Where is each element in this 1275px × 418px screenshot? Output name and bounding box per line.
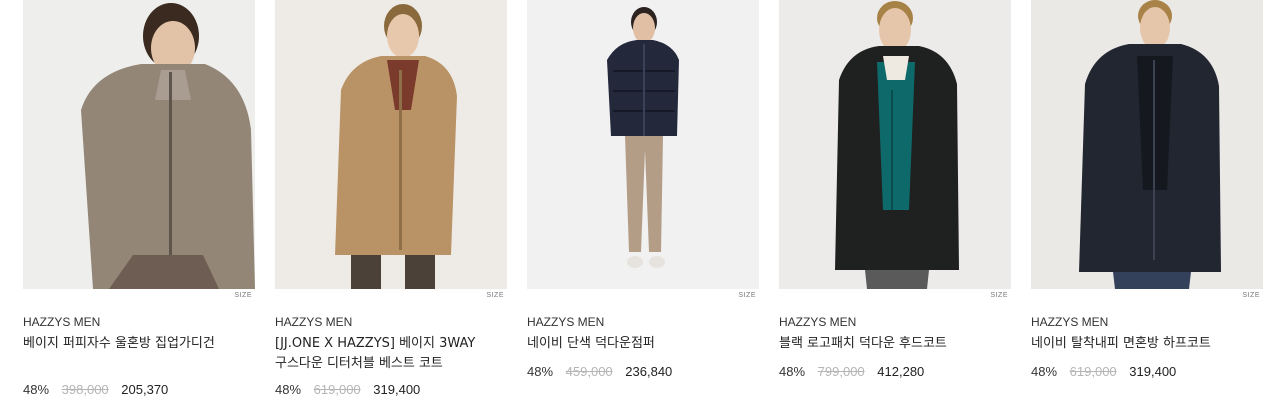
product-card[interactable]: SIZE HAZZYS MEN 블랙 로고패치 덕다운 후드코트 48% 799… — [779, 0, 1011, 418]
price-row: 48% 799,000 412,280 — [779, 364, 924, 380]
original-price: 799,000 — [817, 364, 865, 379]
product-image[interactable] — [779, 0, 1011, 289]
sale-price: 205,370 — [121, 382, 169, 397]
product-card[interactable]: SIZE HAZZYS MEN 네이비 단색 덕다운점퍼 48% 459,000… — [527, 0, 759, 418]
sale-price: 319,400 — [1129, 364, 1177, 379]
price-row: 48% 459,000 236,840 — [527, 364, 672, 380]
product-image[interactable] — [23, 0, 255, 289]
product-image[interactable] — [527, 0, 759, 289]
original-price: 619,000 — [313, 382, 361, 397]
product-card[interactable]: SIZE HAZZYS MEN 베이지 퍼피자수 울혼방 집업가디건 48% 3… — [23, 0, 255, 418]
sale-price: 236,840 — [625, 364, 673, 379]
product-name[interactable]: 블랙 로고패치 덕다운 후드코트 — [779, 334, 989, 354]
product-name[interactable]: 네이비 탈착내피 면혼방 하프코트 — [1031, 334, 1241, 354]
discount-rate: 48% — [527, 364, 554, 379]
discount-rate: 48% — [1031, 364, 1058, 379]
sale-price: 412,280 — [877, 364, 925, 379]
product-card[interactable]: SIZE HAZZYS MEN [JJ.ONE X HAZZYS] 베이지 3W… — [275, 0, 507, 418]
discount-rate: 48% — [275, 382, 302, 397]
product-grid: SIZE HAZZYS MEN 베이지 퍼피자수 울혼방 집업가디건 48% 3… — [23, 0, 1263, 418]
original-price: 619,000 — [1069, 364, 1117, 379]
size-link[interactable]: SIZE — [990, 292, 1008, 299]
product-name[interactable]: 네이비 단색 덕다운점퍼 — [527, 334, 737, 354]
product-image[interactable] — [1031, 0, 1263, 289]
discount-rate: 48% — [23, 382, 50, 397]
sale-price: 319,400 — [373, 382, 421, 397]
product-brand: HAZZYS MEN — [275, 315, 353, 329]
product-brand: HAZZYS MEN — [527, 315, 605, 329]
product-name[interactable]: [JJ.ONE X HAZZYS] 베이지 3WAY 구스다운 디터처블 베스트… — [275, 334, 485, 374]
product-image[interactable] — [275, 0, 507, 289]
size-link[interactable]: SIZE — [486, 292, 504, 299]
product-name[interactable]: 베이지 퍼피자수 울혼방 집업가디건 — [23, 334, 233, 354]
price-row: 48% 619,000 319,400 — [1031, 364, 1176, 380]
original-price: 459,000 — [565, 364, 613, 379]
discount-rate: 48% — [779, 364, 806, 379]
price-row: 48% 398,000 205,370 — [23, 382, 168, 398]
size-link[interactable]: SIZE — [234, 292, 252, 299]
original-price: 398,000 — [61, 382, 109, 397]
product-brand: HAZZYS MEN — [1031, 315, 1109, 329]
size-link[interactable]: SIZE — [1242, 292, 1260, 299]
price-row: 48% 619,000 319,400 — [275, 382, 420, 398]
product-card[interactable]: SIZE HAZZYS MEN 네이비 탈착내피 면혼방 하프코트 48% 61… — [1031, 0, 1263, 418]
product-brand: HAZZYS MEN — [23, 315, 101, 329]
size-link[interactable]: SIZE — [738, 292, 756, 299]
product-brand: HAZZYS MEN — [779, 315, 857, 329]
